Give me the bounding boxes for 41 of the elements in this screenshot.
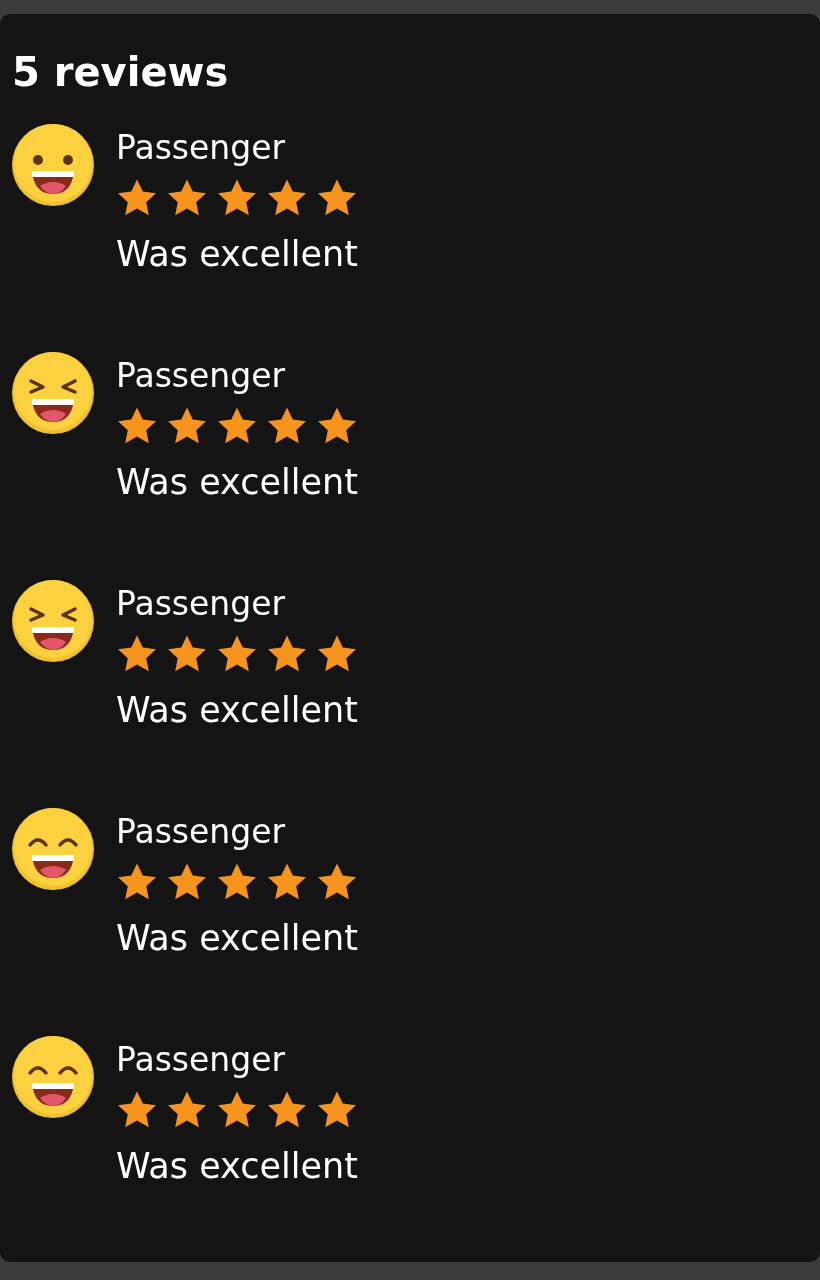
star-icon — [216, 178, 258, 218]
star-icon — [316, 406, 358, 446]
star-icon — [166, 406, 208, 446]
star-icon — [266, 406, 308, 446]
reviewer-name: Passenger — [116, 584, 287, 624]
review-comment: Was excellent — [116, 1145, 358, 1188]
emoji-face-icon — [12, 352, 94, 434]
emoji-face-icon — [12, 1036, 94, 1118]
review-comment: Was excellent — [116, 461, 358, 504]
star-icon — [266, 178, 308, 218]
star-icon — [216, 634, 258, 674]
star-icon — [166, 178, 208, 218]
star-icon — [116, 178, 158, 218]
review-comment: Was excellent — [116, 917, 358, 960]
star-icon — [166, 1090, 208, 1130]
emoji-face-icon — [12, 808, 94, 890]
emoji-face-icon — [12, 580, 94, 662]
star-icon — [166, 634, 208, 674]
reviewer-name: Passenger — [116, 356, 287, 396]
star-icon — [316, 634, 358, 674]
star-icon — [116, 634, 158, 674]
reviewer-name: Passenger — [116, 812, 287, 852]
star-icon — [266, 634, 308, 674]
star-icon — [266, 862, 308, 902]
reviewer-name: Passenger — [116, 128, 287, 168]
reviewer-name: Passenger — [116, 1040, 287, 1080]
review-comment: Was excellent — [116, 233, 358, 276]
star-icon — [266, 1090, 308, 1130]
star-icon — [316, 1090, 358, 1130]
star-icon — [116, 1090, 158, 1130]
star-icon — [166, 862, 208, 902]
star-icon — [216, 1090, 258, 1130]
emoji-face-icon — [12, 124, 94, 206]
star-icon — [116, 406, 158, 446]
star-icon — [316, 862, 358, 902]
star-icon — [316, 178, 358, 218]
star-icon — [216, 406, 258, 446]
star-icon — [116, 862, 158, 902]
reviews-title: 5 reviews — [12, 52, 230, 92]
review-comment: Was excellent — [116, 689, 358, 732]
star-icon — [216, 862, 258, 902]
